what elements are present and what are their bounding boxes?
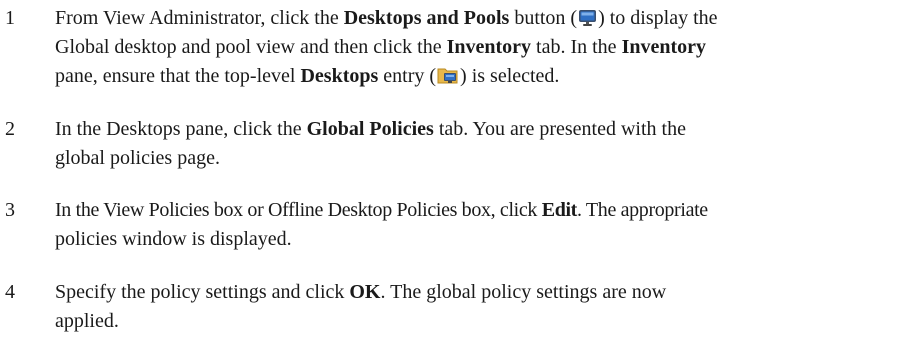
step-text: In the View Policies box or Offline Desk…: [55, 196, 917, 254]
desktops-entry-label: Desktops: [300, 65, 379, 87]
step-1-line-1: From View Administrator, click the Deskt…: [55, 7, 718, 29]
step-2-line-1: In the Desktops pane, click the Global P…: [55, 118, 686, 140]
step-number: 3: [5, 199, 15, 221]
step-text: In the Desktops pane, click the Global P…: [55, 115, 917, 173]
step-number: 2: [5, 118, 15, 140]
ok-button-label: OK: [349, 281, 381, 303]
edit-button-label: Edit: [541, 199, 578, 221]
step-3-line-2: policies window is displayed.: [55, 228, 292, 250]
step-4-line-1: Specify the policy settings and click OK…: [55, 281, 667, 303]
step-3-line-1: In the View Policies box or Offline Desk…: [55, 199, 708, 221]
step-1-line-2: Global desktop and pool view and then cl…: [55, 36, 707, 58]
step-4-line-2: applied.: [55, 310, 119, 332]
inventory-tab-label: Inventory: [446, 36, 532, 58]
inventory-pane-label: Inventory: [621, 36, 707, 58]
desktops-and-pools-label: Desktops and Pools: [343, 7, 510, 29]
step-2-line-2: global policies page.: [55, 147, 220, 169]
desktops-folder-icon: [437, 65, 459, 85]
step-1-line-3: pane, ensure that the top-level Desktops…: [55, 65, 560, 87]
step-number: 1: [5, 7, 15, 29]
step-text: From View Administrator, click the Deskt…: [55, 4, 917, 91]
desktop-monitor-icon: [578, 9, 597, 27]
global-policies-tab-label: Global Policies: [306, 118, 434, 140]
step-number: 4: [5, 281, 15, 303]
step-text: Specify the policy settings and click OK…: [55, 278, 917, 336]
